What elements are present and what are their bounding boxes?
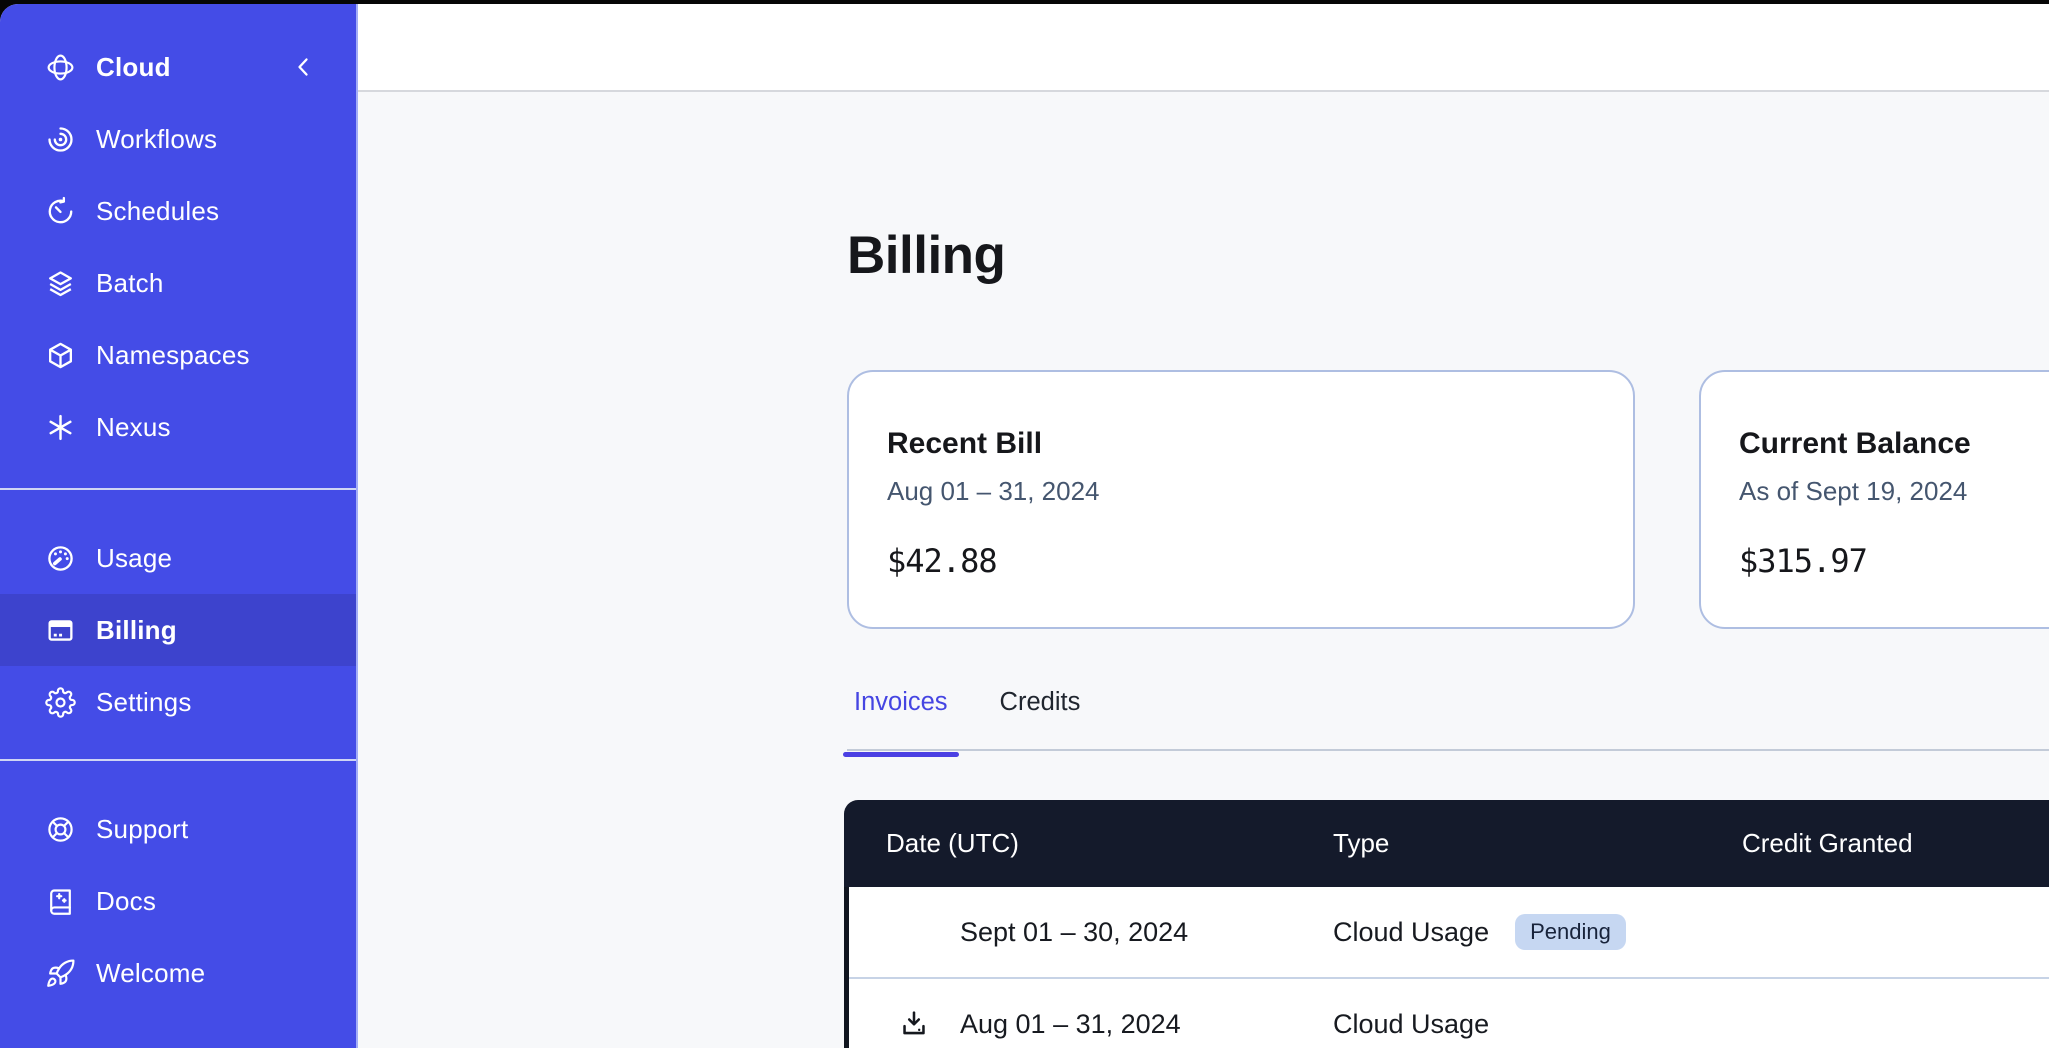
sidebar-item-settings[interactable]: Settings	[0, 666, 356, 738]
recent-bill-card: Recent Bill Aug 01 – 31, 2024 $42.88	[847, 370, 1635, 629]
invoice-date: Sept 01 – 30, 2024	[960, 917, 1188, 948]
schedules-icon	[45, 196, 76, 227]
current-balance-card: Current Balance As of Sept 19, 2024 $315…	[1699, 370, 2049, 629]
tabs-bar: Invoices Credits	[843, 674, 2049, 757]
table-header-row: Date (UTC) Type Credit Granted	[844, 800, 2049, 887]
sidebar-item-usage[interactable]: Usage	[0, 522, 356, 594]
workflows-icon	[45, 124, 76, 155]
column-header-credit-granted: Credit Granted	[1742, 828, 2049, 859]
billing-card-icon	[45, 615, 76, 646]
sidebar: Cloud Workflows	[0, 4, 358, 1048]
chevron-left-icon	[292, 53, 316, 81]
tab-credits[interactable]: Credits	[989, 674, 1092, 757]
card-title: Recent Bill	[887, 426, 1593, 462]
table-body: Sept 01 – 30, 2024 Cloud Usage Pending	[844, 887, 2049, 1048]
main-area: Billing Recent Bill Aug 01 – 31, 2024 $4…	[358, 4, 2049, 1048]
sidebar-item-label: Usage	[96, 543, 172, 574]
download-icon	[898, 1008, 930, 1040]
sidebar-item-label: Batch	[96, 268, 164, 299]
settings-gear-icon	[45, 687, 76, 718]
column-header-type: Type	[1333, 828, 1742, 859]
sidebar-item-label: Settings	[96, 687, 192, 718]
sidebar-collapse-button[interactable]	[292, 53, 316, 81]
card-subtitle: Aug 01 – 31, 2024	[887, 476, 1593, 506]
sidebar-item-nexus[interactable]: Nexus	[0, 391, 356, 463]
date-cell: Sept 01 – 30, 2024	[849, 917, 1333, 948]
card-subtitle: As of Sept 19, 2024	[1739, 476, 2049, 506]
sidebar-item-label: Workflows	[96, 124, 217, 155]
card-amount: $42.88	[887, 542, 1593, 580]
invoice-date: Aug 01 – 31, 2024	[960, 1009, 1181, 1040]
nexus-asterisk-icon	[45, 412, 76, 443]
status-badge: Pending	[1515, 914, 1626, 950]
sidebar-item-workflows[interactable]: Workflows	[0, 103, 356, 175]
namespaces-cube-icon	[45, 340, 76, 371]
sidebar-item-label: Nexus	[96, 412, 171, 443]
card-amount: $315.97	[1739, 542, 2049, 580]
table-row: Sept 01 – 30, 2024 Cloud Usage Pending	[849, 887, 2049, 977]
sidebar-item-billing[interactable]: Billing	[0, 594, 356, 666]
sidebar-item-welcome[interactable]: Welcome	[0, 937, 356, 1009]
brand-row: Cloud	[0, 31, 356, 103]
sidebar-divider	[0, 759, 356, 761]
sidebar-item-label: Welcome	[96, 958, 205, 989]
sidebar-item-label: Billing	[96, 615, 177, 646]
invoice-type: Cloud Usage	[1333, 917, 1489, 948]
page-title: Billing	[847, 225, 1005, 286]
summary-cards: Recent Bill Aug 01 – 31, 2024 $42.88 Cur…	[847, 370, 2049, 629]
download-invoice-button[interactable]	[898, 1008, 930, 1040]
sidebar-item-namespaces[interactable]: Namespaces	[0, 319, 356, 391]
sidebar-item-label: Docs	[96, 886, 156, 917]
type-cell: Cloud Usage	[1333, 1009, 1742, 1040]
sidebar-item-label: Schedules	[96, 196, 219, 227]
sidebar-item-docs[interactable]: Docs	[0, 865, 356, 937]
invoice-type: Cloud Usage	[1333, 1009, 1489, 1040]
sidebar-item-schedules[interactable]: Schedules	[0, 175, 356, 247]
tab-invoices[interactable]: Invoices	[843, 674, 959, 757]
sidebar-item-label: Support	[96, 814, 188, 845]
sidebar-item-support[interactable]: Support	[0, 793, 356, 865]
sidebar-divider	[0, 488, 356, 490]
invoices-table: Date (UTC) Type Credit Granted Sept 01 –…	[844, 800, 2049, 1048]
batch-layers-icon	[45, 268, 76, 299]
type-cell: Cloud Usage Pending	[1333, 914, 1742, 950]
welcome-rocket-icon	[45, 958, 76, 989]
temporal-logo-icon	[45, 52, 76, 83]
app-window: Cloud Workflows	[0, 4, 2049, 1048]
brand-label: Cloud	[96, 52, 292, 83]
docs-book-icon	[45, 886, 76, 917]
usage-gauge-icon	[45, 543, 76, 574]
table-row: Aug 01 – 31, 2024 Cloud Usage	[849, 977, 2049, 1048]
billing-page: Billing Recent Bill Aug 01 – 31, 2024 $4…	[358, 92, 2049, 1048]
topbar	[358, 4, 2049, 92]
sidebar-item-batch[interactable]: Batch	[0, 247, 356, 319]
card-title: Current Balance	[1739, 426, 2049, 462]
support-lifebuoy-icon	[45, 814, 76, 845]
sidebar-item-label: Namespaces	[96, 340, 250, 371]
date-cell: Aug 01 – 31, 2024	[849, 1008, 1333, 1040]
column-header-date: Date (UTC)	[844, 828, 1333, 859]
